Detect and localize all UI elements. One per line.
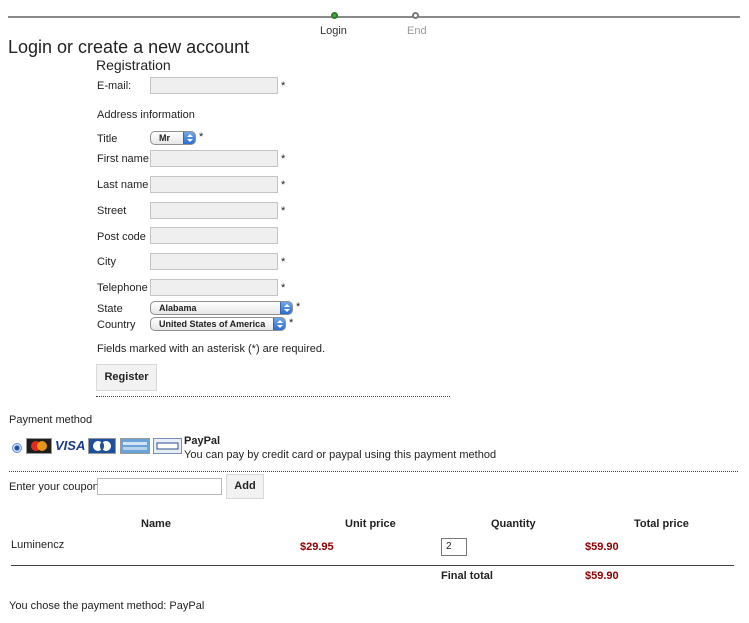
cart-item-name: Luminencz [11, 539, 65, 551]
final-total-value: $59.90 [585, 570, 619, 582]
title-select-value: Mr [159, 133, 170, 143]
title-required-star: * [199, 131, 204, 143]
address-heading: Address information [97, 109, 195, 121]
title-label: Title [97, 133, 118, 145]
country-label: Country [97, 319, 136, 331]
add-coupon-button[interactable]: Add [226, 474, 264, 499]
register-button[interactable]: Register [96, 364, 157, 391]
payment-method-description: You can pay by credit card or paypal usi… [184, 449, 497, 461]
country-select-value: United States of America [159, 319, 266, 329]
city-field[interactable] [150, 253, 278, 270]
cart-item-total-price: $59.90 [585, 541, 619, 553]
last-name-required-star: * [281, 179, 286, 191]
payment-method-heading: Payment method [9, 414, 93, 426]
country-required-star: * [289, 317, 294, 329]
state-required-star: * [296, 301, 301, 313]
country-select[interactable]: United States of America [150, 317, 286, 331]
step-end-label: End [407, 25, 427, 37]
step-login-label: Login [320, 25, 347, 37]
city-label: City [97, 256, 116, 268]
payment-method-radio[interactable] [12, 443, 22, 453]
state-select-value: Alabama [159, 303, 197, 313]
street-label: Street [97, 205, 127, 217]
column-header-quantity: Quantity [491, 518, 536, 530]
registration-divider [96, 396, 450, 397]
email-required-star: * [281, 80, 286, 92]
last-name-field[interactable] [150, 176, 278, 193]
last-name-label: Last name [97, 179, 149, 191]
title-select[interactable]: Mr [150, 131, 196, 145]
mastercard-icon [26, 438, 52, 454]
step-login-dot-icon [331, 12, 338, 19]
table-divider [11, 565, 734, 566]
chosen-payment-method-text: You chose the payment method: PayPal [9, 600, 205, 612]
first-name-label: First name [97, 153, 149, 165]
post-code-label: Post code [97, 231, 146, 243]
email-label: E-mail: [97, 80, 132, 92]
quantity-field[interactable]: 2 [441, 538, 467, 556]
state-select[interactable]: Alabama [150, 301, 293, 315]
email-field[interactable] [150, 77, 278, 94]
page-title: Login or create a new account [8, 37, 250, 57]
jcb-icon [88, 438, 116, 454]
step-end-dot-icon [412, 12, 419, 19]
progress-line [8, 16, 740, 18]
first-name-field[interactable] [150, 150, 278, 167]
american-express-icon [120, 438, 150, 454]
visa-icon: VISA [55, 438, 86, 453]
chevron-updown-icon [273, 318, 285, 330]
telephone-required-star: * [281, 282, 286, 294]
telephone-label: Telephone [97, 282, 148, 294]
required-fields-note: Fields marked with an asterisk (*) are r… [97, 343, 326, 355]
state-label: State [97, 303, 123, 315]
column-header-unit-price: Unit price [345, 518, 396, 530]
street-required-star: * [281, 205, 286, 217]
coupon-label: Enter your coupon [9, 481, 99, 493]
chevron-updown-icon [280, 302, 292, 314]
final-total-label: Final total [441, 570, 493, 582]
coupon-input[interactable] [97, 478, 222, 495]
payment-divider [9, 471, 738, 472]
street-field[interactable] [150, 202, 278, 219]
paypal-icon [153, 438, 182, 454]
telephone-field[interactable] [150, 279, 278, 296]
column-header-name: Name [141, 518, 171, 530]
first-name-required-star: * [281, 153, 286, 165]
city-required-star: * [281, 256, 286, 268]
cart-item-unit-price: $29.95 [300, 541, 334, 553]
column-header-total-price: Total price [634, 518, 689, 530]
registration-title: Registration [96, 57, 171, 73]
post-code-field[interactable] [150, 227, 278, 244]
payment-method-name: PayPal [184, 435, 221, 447]
chevron-updown-icon [183, 132, 195, 144]
